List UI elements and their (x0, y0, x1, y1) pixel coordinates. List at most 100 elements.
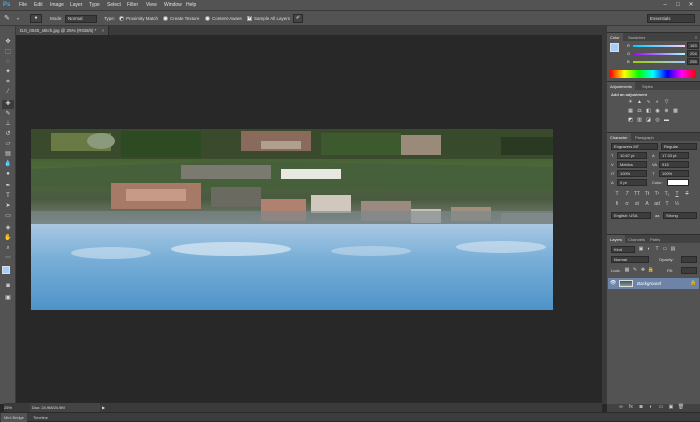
lock-transparent-icon[interactable]: ▦ (623, 267, 631, 274)
proximity-match-radio[interactable] (119, 16, 124, 21)
shape-tool-icon[interactable]: ▭ (2, 212, 14, 221)
fractions-icon[interactable]: ½ (673, 200, 681, 208)
workspace-select[interactable]: Essentials (647, 14, 695, 23)
zoom-tool-icon[interactable]: ⌕ (2, 244, 14, 253)
new-group-icon[interactable]: ▭ (657, 404, 665, 411)
language-select[interactable]: English: USA (611, 212, 651, 219)
underline-icon[interactable]: T (673, 190, 681, 198)
lock-all-icon[interactable]: 🔒 (647, 267, 655, 274)
text-color-swatch[interactable] (667, 179, 689, 186)
swash-icon[interactable]: st (633, 200, 641, 208)
lock-image-icon[interactable]: ✎ (631, 267, 639, 274)
new-layer-icon[interactable]: ▣ (667, 404, 675, 411)
lock-position-icon[interactable]: ✥ (639, 267, 647, 274)
color-balance-icon[interactable]: ⚖ (636, 108, 643, 115)
tab-styles[interactable]: Styles (639, 82, 656, 91)
color-fg-swatch[interactable] (610, 43, 619, 52)
green-value[interactable]: 204 (687, 50, 699, 57)
type-tool-icon[interactable]: T (2, 192, 14, 201)
red-value[interactable]: 163 (687, 42, 699, 49)
strikethrough-icon[interactable]: T (683, 190, 691, 198)
horizontal-scale-field[interactable]: 100% (659, 170, 689, 177)
crop-tool-icon[interactable]: ⌗ (2, 78, 14, 87)
color-spectrum-ramp[interactable] (610, 70, 696, 78)
threshold-icon[interactable]: ◪ (645, 117, 652, 124)
subscript-icon[interactable]: T₁ (663, 190, 671, 198)
faux-bold-icon[interactable]: T (613, 190, 621, 198)
tab-channels[interactable]: Channels (625, 235, 648, 244)
blue-slider[interactable] (633, 61, 685, 63)
invert-icon[interactable]: ◩ (627, 117, 634, 124)
font-family-select[interactable]: Engravers MT (611, 143, 658, 150)
tab-swatches[interactable]: Swatches (625, 33, 648, 42)
menu-type[interactable]: Type (89, 0, 100, 11)
path-selection-tool-icon[interactable]: ➤ (2, 202, 14, 211)
foreground-color-swatch[interactable] (2, 266, 10, 274)
hand-tool-icon[interactable]: ✋ (2, 234, 14, 243)
spot-healing-brush-icon[interactable]: ✎ (4, 14, 16, 23)
kerning-field[interactable]: Metrics (617, 161, 647, 168)
oldstyle-icon[interactable]: ơ (623, 200, 631, 208)
superscript-icon[interactable]: T¹ (653, 190, 661, 198)
tab-character[interactable]: Character (607, 133, 631, 142)
create-texture-radio[interactable] (163, 16, 168, 21)
tool-preset-dropdown-icon[interactable]: ▾ (17, 16, 21, 21)
tab-paths[interactable]: Paths (647, 235, 663, 244)
delete-layer-icon[interactable]: 🗑 (677, 404, 685, 411)
vibrance-icon[interactable]: ▽ (663, 99, 670, 106)
tab-layers[interactable]: Layers (607, 235, 626, 244)
tracking-field[interactable]: 915 (659, 161, 689, 168)
menu-file[interactable]: File (19, 0, 27, 11)
tab-paragraph[interactable]: Paragraph (632, 133, 657, 142)
lasso-tool-icon[interactable]: ◌ (2, 58, 14, 67)
opacity-field[interactable] (681, 256, 697, 263)
blur-tool-icon[interactable]: 💧 (2, 160, 14, 169)
layer-row-background[interactable]: 👁 Background 🔒 (608, 278, 699, 289)
leading-field[interactable]: 17.33 pt (659, 152, 689, 159)
fill-field[interactable] (681, 267, 697, 274)
red-slider[interactable] (633, 45, 685, 47)
panel-menu-icon[interactable]: ≡ (692, 33, 700, 42)
blue-value[interactable]: 255 (687, 58, 699, 65)
ordinals-icon[interactable]: T (663, 200, 671, 208)
dodge-tool-icon[interactable]: ● (2, 170, 14, 179)
brush-tool-icon[interactable]: ✎ (2, 110, 14, 119)
filter-shape-icon[interactable]: ▭ (661, 246, 669, 253)
add-mask-icon[interactable]: ◙ (637, 404, 645, 411)
minimize-icon[interactable]: – (660, 1, 670, 9)
menu-view[interactable]: View (146, 0, 157, 11)
blend-mode-select[interactable]: Normal (611, 256, 649, 263)
layer-visibility-eye-icon[interactable]: 👁 (610, 280, 616, 287)
more-tools-icon[interactable]: ⋯ (2, 254, 14, 263)
tab-adjustments[interactable]: Adjustments (607, 82, 636, 91)
marquee-tool-icon[interactable]: ⬚ (2, 48, 14, 57)
sample-all-layers-checkbox[interactable] (247, 15, 252, 21)
small-caps-icon[interactable]: Tt (643, 190, 651, 198)
faux-italic-icon[interactable]: T (623, 190, 631, 198)
new-adjustment-layer-icon[interactable]: ◐ (647, 404, 655, 411)
filter-pixel-icon[interactable]: ▣ (637, 246, 645, 253)
canvas-area[interactable] (16, 35, 602, 402)
history-brush-tool-icon[interactable]: ↺ (2, 130, 14, 139)
brightness-contrast-icon[interactable]: ☀ (627, 99, 634, 106)
ligatures-icon[interactable]: fi (613, 200, 621, 208)
pen-tool-icon[interactable]: ✒ (2, 182, 14, 191)
menu-image[interactable]: Image (50, 0, 64, 11)
photo-filter-icon[interactable]: ◉ (654, 108, 661, 115)
quick-selection-tool-icon[interactable]: ✦ (2, 68, 14, 77)
eraser-tool-icon[interactable]: ▱ (2, 140, 14, 149)
filter-adjustment-icon[interactable]: ◐ (645, 246, 653, 253)
curves-icon[interactable]: ∿ (645, 99, 652, 106)
gradient-map-icon[interactable]: ▬ (663, 117, 670, 124)
all-caps-icon[interactable]: TT (633, 190, 641, 198)
content-aware-radio[interactable] (205, 16, 210, 21)
antialias-select[interactable]: Strong (663, 212, 697, 219)
tab-color[interactable]: Color (607, 33, 623, 42)
alternates-icon[interactable]: A (643, 200, 651, 208)
filter-type-icon[interactable]: T (653, 246, 661, 253)
link-layers-icon[interactable]: ∞ (617, 404, 625, 411)
menu-edit[interactable]: Edit (34, 0, 43, 11)
font-style-select[interactable]: Regular (661, 143, 697, 150)
eyedropper-tool-icon[interactable]: ⁄ (2, 88, 14, 97)
channel-mixer-icon[interactable]: ⊕ (663, 108, 670, 115)
